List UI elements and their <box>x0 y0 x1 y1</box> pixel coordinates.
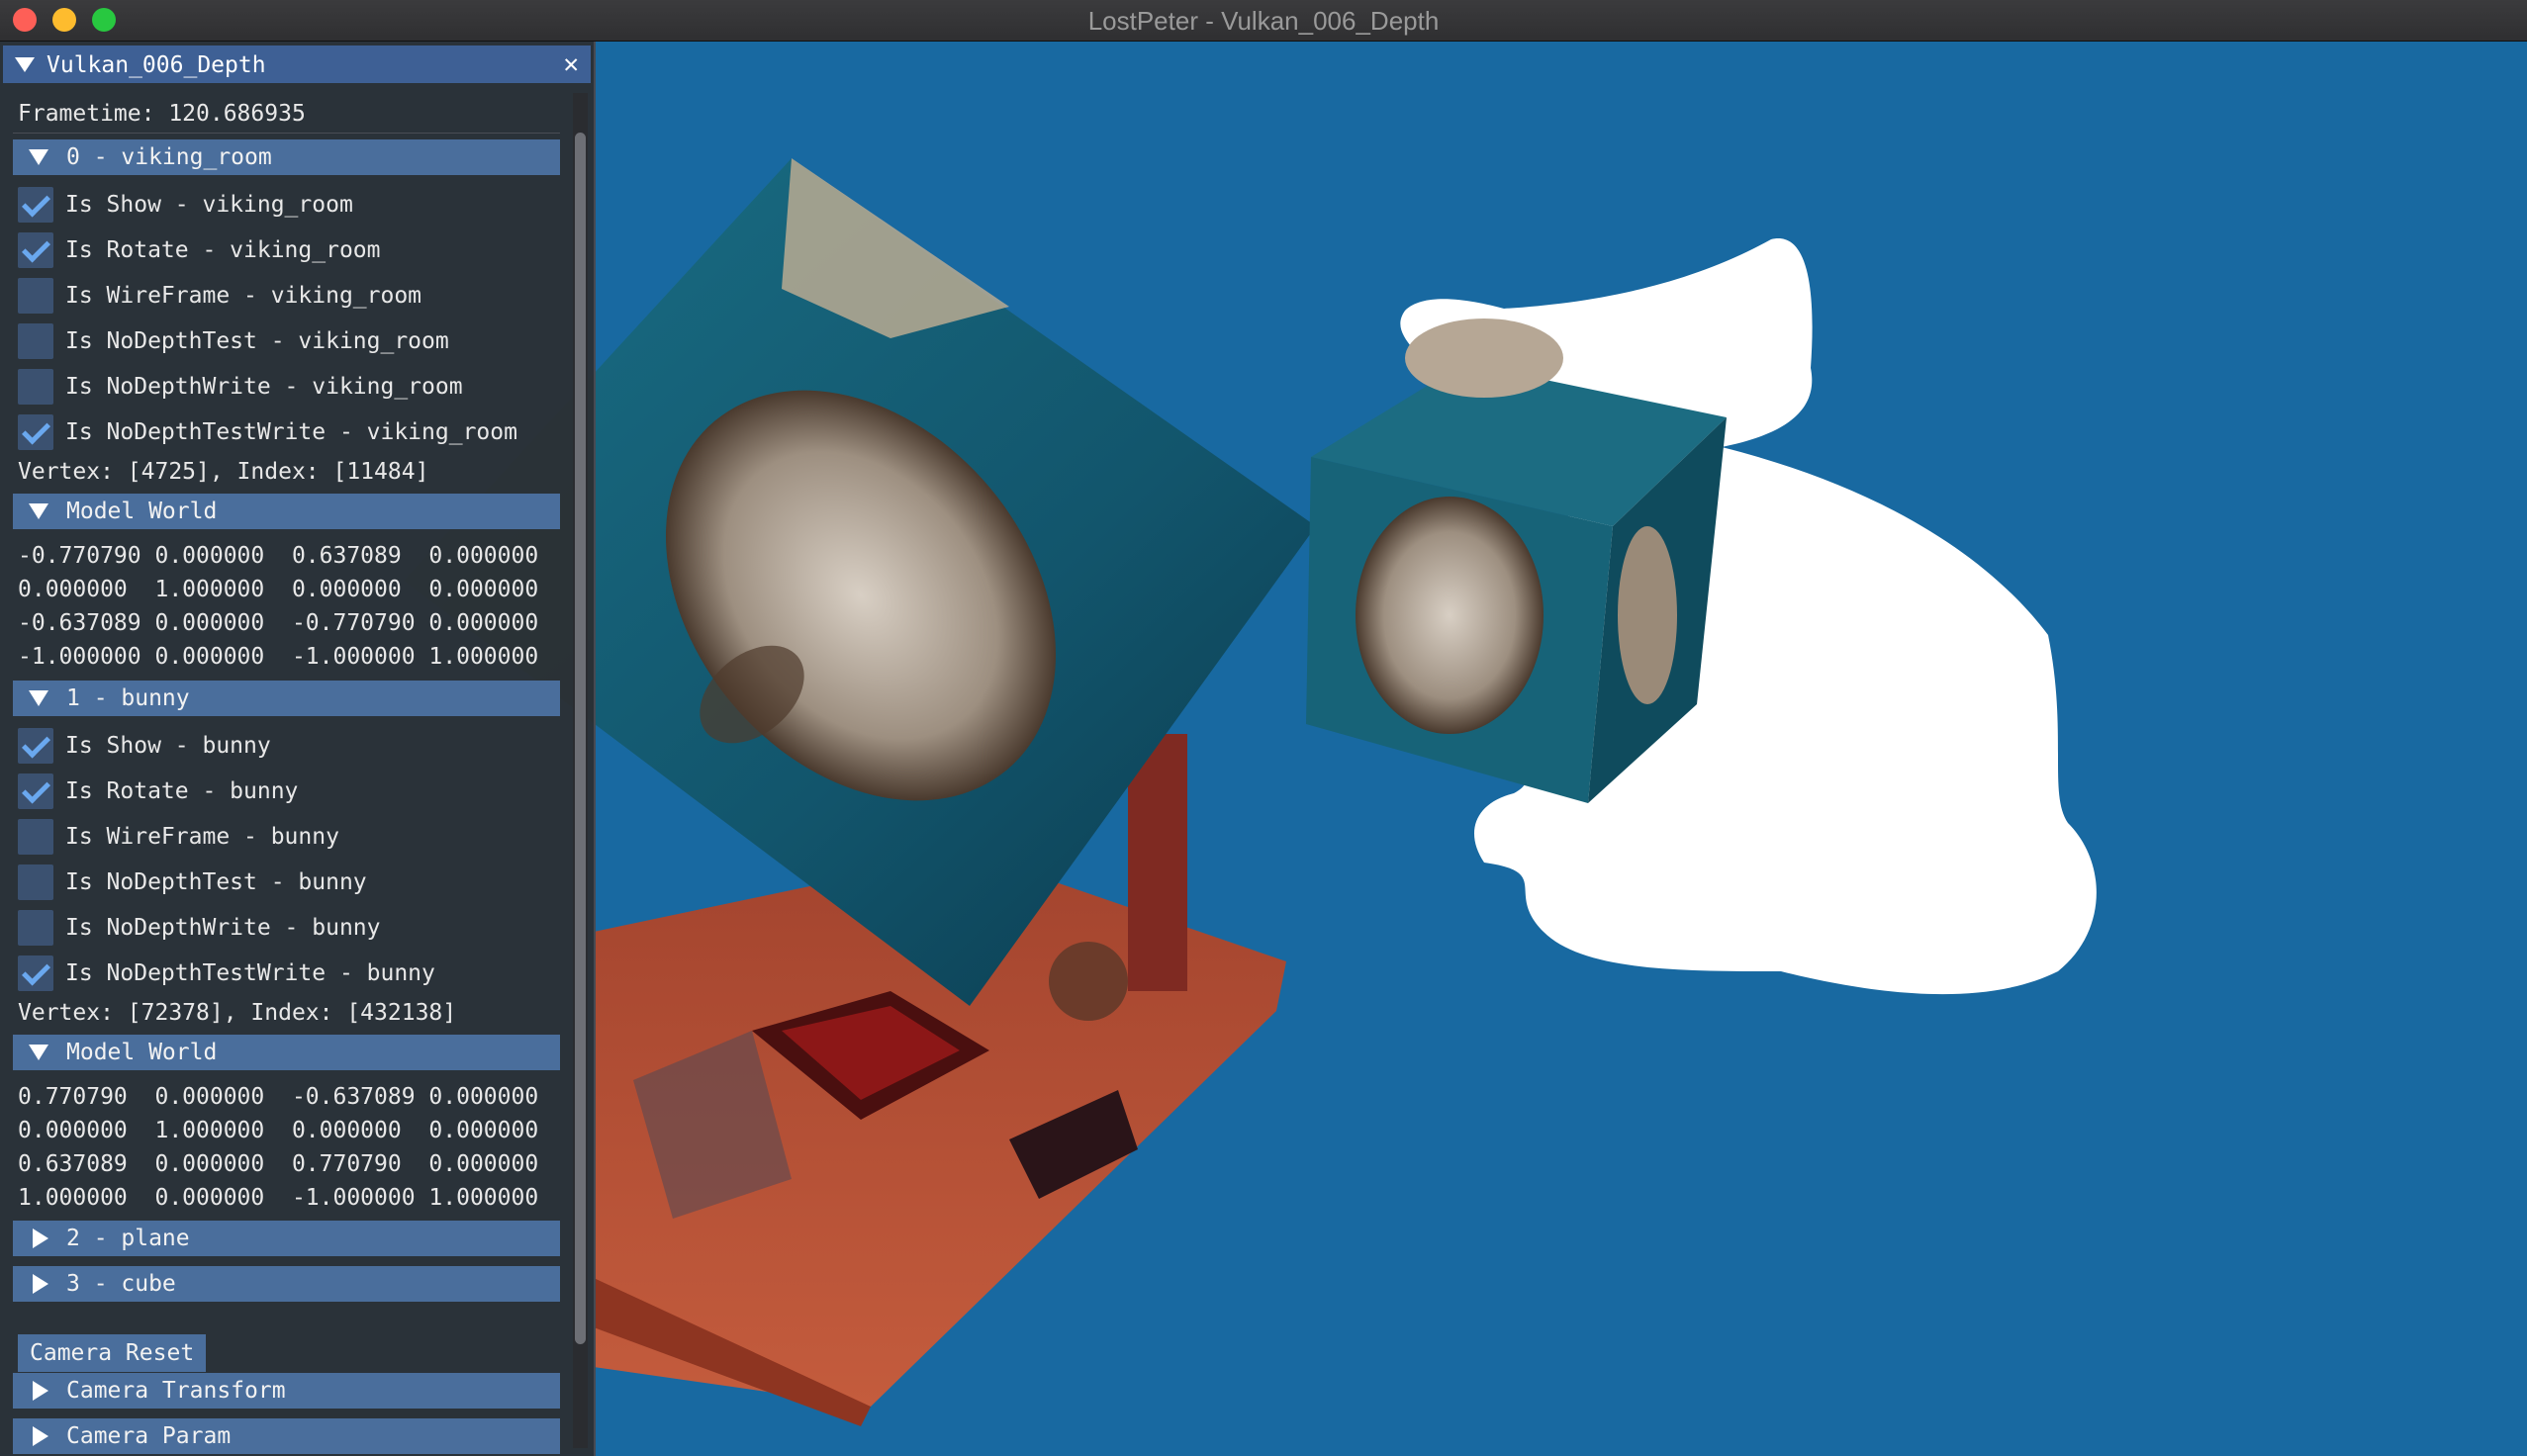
header-camera-param[interactable]: Camera Param <box>13 1418 560 1454</box>
checkbox-nodepthtest-viking-room[interactable] <box>18 323 53 359</box>
checkbox-nodepthtest-bunny[interactable] <box>18 864 53 900</box>
matrix-row: -0.637089 0.000000 -0.770790 0.000000 <box>18 610 539 636</box>
header-model-world[interactable]: Model World <box>13 494 560 529</box>
matrix-row: 0.770790 0.000000 -0.637089 0.000000 <box>18 1084 539 1110</box>
checkbox-label: Is Rotate - bunny <box>65 778 299 804</box>
panel-titlebar[interactable]: Vulkan_006_Depth ✕ <box>3 46 591 83</box>
checkbox-nodepthtestwrite-viking-room[interactable] <box>18 414 53 450</box>
checkbox-label: Is NoDepthTestWrite - viking_room <box>65 419 517 445</box>
checkbox-label: Is WireFrame - bunny <box>65 824 339 850</box>
header-plane[interactable]: 2 - plane <box>13 1221 560 1256</box>
panel-title: Vulkan_006_Depth <box>47 52 266 78</box>
checkbox-label: Is NoDepthTest - bunny <box>65 869 367 895</box>
header-camera-transform[interactable]: Camera Transform <box>13 1373 560 1409</box>
checkbox-label: Is NoDepthWrite - viking_room <box>65 374 463 400</box>
matrix-row: 1.000000 0.000000 -1.000000 1.000000 <box>18 1185 539 1211</box>
checkbox-nodepthtestwrite-bunny[interactable] <box>18 956 53 991</box>
matrix-row: 0.000000 1.000000 0.000000 0.000000 <box>18 577 539 602</box>
checkbox-show-bunny[interactable] <box>18 728 53 764</box>
checkbox-label: Is Show - bunny <box>65 733 271 759</box>
collapse-triangle-icon[interactable] <box>15 57 35 72</box>
header-model-world[interactable]: Model World <box>13 1035 560 1070</box>
matrix-row: 0.637089 0.000000 0.770790 0.000000 <box>18 1151 539 1177</box>
checkbox-label: Is Rotate - viking_room <box>65 237 381 263</box>
imgui-panel: Vulkan_006_Depth ✕ Frametime: 120.686935… <box>0 42 596 1456</box>
frametime-text: Frametime: 120.686935 <box>18 101 306 127</box>
checkbox-nodepthwrite-viking-room[interactable] <box>18 369 53 405</box>
matrix-row: -0.770790 0.000000 0.637089 0.000000 <box>18 543 539 569</box>
vertex-index-stats: Vertex: [4725], Index: [11484] <box>18 459 429 485</box>
camera-reset-button[interactable]: Camera Reset <box>18 1334 207 1372</box>
vertex-index-stats: Vertex: [72378], Index: [432138] <box>18 1000 457 1026</box>
window-titlebar: LostPeter - Vulkan_006_Depth <box>0 0 2527 42</box>
checkbox-wireframe-bunny[interactable] <box>18 819 53 855</box>
matrix-row: -1.000000 0.000000 -1.000000 1.000000 <box>18 644 539 670</box>
scrollbar-thumb[interactable] <box>575 133 586 1344</box>
checkbox-label: Is NoDepthTestWrite - bunny <box>65 960 435 986</box>
close-icon[interactable]: ✕ <box>563 49 579 79</box>
checkbox-label: Is WireFrame - viking_room <box>65 283 422 309</box>
checkbox-show-viking-room[interactable] <box>18 187 53 223</box>
header-viking-room[interactable]: 0 - viking_room <box>13 139 560 175</box>
checkbox-label: Is Show - viking_room <box>65 192 353 218</box>
checkbox-rotate-bunny[interactable] <box>18 774 53 809</box>
checkbox-label: Is NoDepthWrite - bunny <box>65 915 381 941</box>
checkbox-wireframe-viking-room[interactable] <box>18 278 53 314</box>
checkbox-label: Is NoDepthTest - viking_room <box>65 328 449 354</box>
checkbox-nodepthwrite-bunny[interactable] <box>18 910 53 946</box>
checkbox-rotate-viking-room[interactable] <box>18 232 53 268</box>
window-title: LostPeter - Vulkan_006_Depth <box>1087 6 1440 36</box>
matrix-row: 0.000000 1.000000 0.000000 0.000000 <box>18 1118 539 1143</box>
separator <box>13 133 560 134</box>
panel-scrollbar[interactable] <box>573 93 588 1448</box>
header-bunny[interactable]: 1 - bunny <box>13 681 560 716</box>
header-cube[interactable]: 3 - cube <box>13 1266 560 1302</box>
